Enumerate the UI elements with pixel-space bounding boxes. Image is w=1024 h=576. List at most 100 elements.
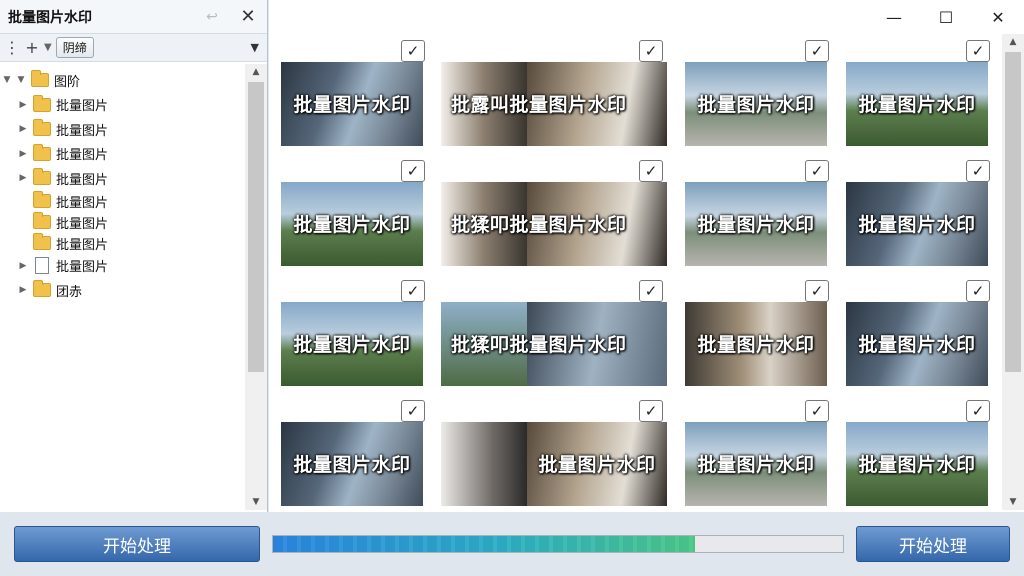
dropdown-arrow-icon[interactable]: ▼ (251, 41, 259, 54)
thumbnail-image: 批量图片水印 (846, 182, 988, 266)
thumbnail[interactable]: 批量图片水印 ✓ (685, 40, 833, 146)
start-process-button[interactable]: 开始处理 (14, 526, 260, 562)
watermark-label: 批量图片水印 (697, 214, 815, 236)
tree-item[interactable]: 批量图片 (0, 212, 244, 233)
folder-icon (33, 168, 51, 186)
scroll-down-icon[interactable]: ▼ (245, 494, 267, 510)
tree-item[interactable]: 批量图片 (0, 233, 244, 254)
folder-icon (33, 143, 51, 161)
thumbnail[interactable]: 批量图片水印 ✓ (846, 280, 994, 386)
scroll-thumb[interactable] (248, 82, 264, 372)
window-controls: — ☐ ✕ (868, 0, 1024, 34)
thumbnail-checkbox[interactable]: ✓ (966, 400, 990, 422)
thumbnail[interactable]: 批猱叩批量图片水印 ✓ (441, 280, 667, 386)
thumbnail-checkbox[interactable]: ✓ (966, 160, 990, 182)
thumbnail-checkbox[interactable]: ✓ (639, 160, 663, 182)
thumbnail[interactable]: 批量图片水印 ✓ (281, 280, 429, 386)
back-arrow-icon[interactable]: ↩ (201, 6, 223, 28)
tree-item-label: 批量图片 (56, 148, 109, 164)
thumbnail-image: 批量图片水印 (685, 182, 827, 266)
tree-item-label: 批量图片 (56, 195, 109, 211)
thumbnail-image: 批量图片水印 (281, 182, 423, 266)
folder-icon (33, 212, 51, 229)
expanded-triangle-icon[interactable]: ▼ (0, 75, 14, 85)
thumbnail-checkbox[interactable]: ✓ (639, 40, 663, 62)
thumbnail[interactable]: 批猱叩批量图片水印 ✓ (441, 160, 667, 266)
watermark-label: 批量图片水印 (509, 214, 627, 236)
thumbnail-checkbox[interactable]: ✓ (805, 40, 829, 62)
scroll-up-icon[interactable]: ▲ (1002, 34, 1024, 50)
thumbnail-image: 批量图片水印 (281, 62, 423, 146)
thumbnail-checkbox[interactable]: ✓ (966, 280, 990, 302)
tree-item[interactable]: ▶ 批量图片 (0, 117, 244, 142)
watermark-label: 批量图片水印 (293, 454, 411, 476)
thumbnail-scrollbar[interactable]: ▲ ▼ (1002, 34, 1024, 510)
path-selector[interactable]: 阴缔 (55, 37, 94, 58)
thumbnail[interactable]: 批量图片水印 ✓ (846, 400, 994, 506)
thumbnail-checkbox[interactable]: ✓ (805, 400, 829, 422)
thumbnail[interactable]: 批量图片水印 ✓ (846, 40, 994, 146)
minimize-icon[interactable]: — (868, 0, 920, 34)
thumbnail-checkbox[interactable]: ✓ (966, 40, 990, 62)
tree-item[interactable]: ▶ 批量图片 (0, 142, 244, 167)
watermark-prefix: 批猱叩 (451, 214, 510, 236)
tree-item[interactable]: 批量图片 (0, 191, 244, 212)
tree-root-label: 图阶 (54, 74, 81, 90)
chevron-down-icon[interactable]: ▼ (44, 42, 52, 53)
scroll-thumb[interactable] (1005, 52, 1021, 372)
thumbnail[interactable]: 批量图片水印 ✓ (281, 160, 429, 266)
thumbnail[interactable]: 批量图片水印 ✓ (846, 160, 994, 266)
thumbnail-checkbox[interactable]: ✓ (401, 40, 425, 62)
expand-triangle-icon[interactable]: ▶ (16, 261, 30, 271)
thumbnail-checkbox[interactable]: ✓ (401, 160, 425, 182)
watermark-label: 批量图片水印 (293, 334, 411, 356)
thumbnail-image: 批量图片水印 (281, 302, 423, 386)
tree-item[interactable]: ▶ 批量图片 (0, 254, 244, 279)
thumbnail-checkbox[interactable]: ✓ (805, 280, 829, 302)
expand-triangle-icon[interactable]: ▶ (16, 124, 30, 134)
expand-triangle-icon[interactable]: ▶ (16, 149, 30, 159)
thumbnail[interactable]: 批量图片水印 ✓ (685, 280, 833, 386)
tree-root[interactable]: ▼ ▼ 图阶 (0, 68, 244, 93)
watermark-label: 批量图片水印 (858, 94, 976, 116)
tree-item[interactable]: ▶ 团赤 (0, 278, 244, 303)
thumbnail[interactable]: 批量图片水印 ✓ (685, 400, 833, 506)
tree-item-label: 团赤 (56, 284, 83, 300)
thumbnail-checkbox[interactable]: ✓ (401, 280, 425, 302)
start-process-button-right[interactable]: 开始处理 (856, 526, 1010, 562)
thumbnail-image: 批量图片水印 (846, 422, 988, 506)
folder-icon (33, 191, 51, 208)
thumbnail[interactable]: 批量图片水印 ✓ (685, 160, 833, 266)
folder-icon (33, 280, 51, 298)
close-window-icon[interactable]: ✕ (972, 0, 1024, 34)
folder-icon (31, 70, 49, 88)
thumbnail[interactable]: 批露叫批量图片水印 ✓ (441, 40, 667, 146)
thumbnail[interactable]: 批量图片水印 ✓ (281, 40, 429, 146)
tree-item[interactable]: ▶ 批量图片 (0, 166, 244, 191)
thumbnail-checkbox[interactable]: ✓ (639, 280, 663, 302)
thumbnail-image: 批露叫批量图片水印 (441, 62, 667, 146)
watermark-prefix: 批猱叩 (451, 334, 510, 356)
thumbnail-checkbox[interactable]: ✓ (805, 160, 829, 182)
thumbnail-checkbox[interactable]: ✓ (639, 400, 663, 422)
expand-triangle-icon[interactable]: ▶ (16, 173, 30, 183)
expand-triangle-icon[interactable]: ▶ (16, 100, 30, 110)
close-icon[interactable]: ✕ (237, 6, 259, 28)
expand-triangle-icon[interactable]: ▶ (16, 285, 30, 295)
progress-fill (273, 536, 695, 552)
thumbnail[interactable]: 批量图片水印 ✓ (441, 400, 667, 506)
collapse-triangle-icon: ▼ (17, 75, 25, 86)
watermark-label: 批量图片水印 (293, 94, 411, 116)
scroll-up-icon[interactable]: ▲ (245, 64, 267, 80)
tree-item[interactable]: ▶ 批量图片 (0, 93, 244, 118)
add-icon[interactable]: + (24, 38, 40, 57)
footer-bar: 开始处理 开始处理 (0, 512, 1024, 576)
tree-item-label: 批量图片 (56, 99, 109, 115)
watermark-label: 批量图片水印 (293, 214, 411, 236)
thumbnail-checkbox[interactable]: ✓ (401, 400, 425, 422)
scroll-down-icon[interactable]: ▼ (1002, 494, 1024, 510)
maximize-icon[interactable]: ☐ (920, 0, 972, 34)
thumbnail[interactable]: 批量图片水印 ✓ (281, 400, 429, 506)
tree-scrollbar[interactable]: ▲ ▼ (245, 64, 267, 510)
watermark-label: 批量图片水印 (538, 454, 656, 476)
